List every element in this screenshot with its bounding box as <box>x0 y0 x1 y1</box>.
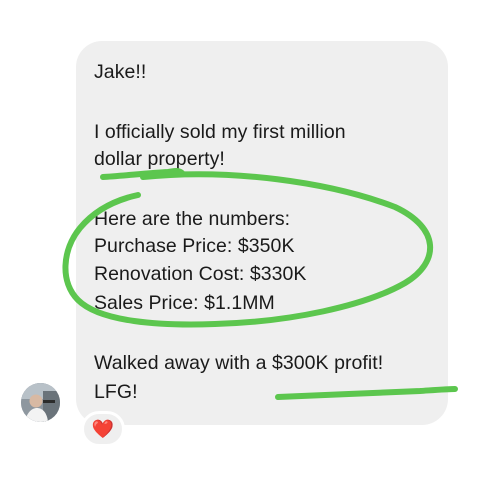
message-line-sales-price: Sales Price: $1.1MM <box>94 292 275 314</box>
sender-avatar[interactable] <box>21 383 60 422</box>
message-line-purchase-price: Purchase Price: $350K <box>94 235 295 257</box>
message-line-lfg: LFG! <box>94 381 138 403</box>
red-heart-icon: ❤️ <box>91 419 115 439</box>
message-line-profit: Walked away with a $300K profit! <box>94 352 384 374</box>
heart-reaction[interactable]: ❤️ <box>81 411 125 447</box>
message-line-numbers-intro: Here are the numbers: <box>94 208 291 230</box>
message-line-announcement: I officially sold my first million <box>94 121 346 143</box>
profile-photo-icon <box>21 383 60 422</box>
message-line-renovation-cost: Renovation Cost: $330K <box>94 263 307 285</box>
message-line-greeting: Jake!! <box>94 61 147 83</box>
message-line-announcement-cont: dollar property! <box>94 148 225 170</box>
